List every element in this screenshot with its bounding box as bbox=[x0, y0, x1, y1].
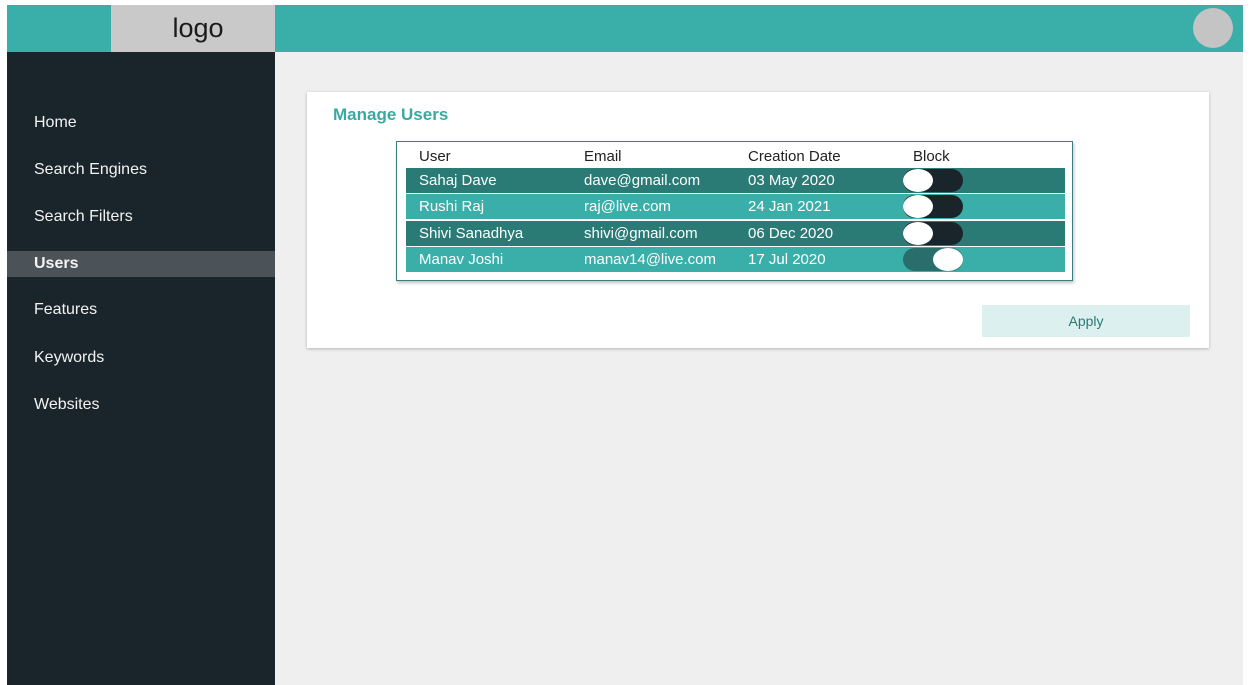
cell-creation-date: 03 May 2020 bbox=[748, 172, 835, 189]
cell-email: raj@live.com bbox=[584, 198, 671, 215]
toggle-knob bbox=[903, 195, 933, 218]
column-header-user: User bbox=[419, 148, 451, 165]
cell-email: manav14@live.com bbox=[584, 251, 716, 268]
block-toggle[interactable] bbox=[903, 248, 963, 271]
cell-creation-date: 17 Jul 2020 bbox=[748, 251, 826, 268]
page-title: Manage Users bbox=[333, 105, 449, 124]
sidebar-item-home[interactable]: Home bbox=[7, 110, 275, 136]
sidebar-item-search-filters[interactable]: Search Filters bbox=[7, 204, 275, 230]
toggle-knob bbox=[933, 248, 963, 271]
top-bar: logo bbox=[7, 5, 1243, 52]
logo[interactable]: logo bbox=[111, 5, 275, 52]
sidebar-item-keywords[interactable]: Keywords bbox=[7, 345, 275, 371]
cell-creation-date: 06 Dec 2020 bbox=[748, 225, 834, 242]
column-header-creation-date: Creation Date bbox=[748, 148, 841, 165]
manage-users-card: Manage Users User Email Creation Date Bl… bbox=[307, 92, 1209, 348]
block-toggle[interactable] bbox=[903, 222, 963, 245]
sidebar-item-websites[interactable]: Websites bbox=[7, 392, 275, 418]
toggle-knob bbox=[903, 169, 933, 192]
sidebar-item-features[interactable]: Features bbox=[7, 297, 275, 323]
cell-email: dave@gmail.com bbox=[584, 172, 701, 189]
users-table: User Email Creation Date Block Sahaj Dav… bbox=[396, 141, 1073, 281]
avatar[interactable] bbox=[1193, 8, 1233, 48]
column-header-email: Email bbox=[584, 148, 622, 165]
sidebar-item-search-engines[interactable]: Search Engines bbox=[7, 157, 275, 183]
app-window: logo Home Search Engines Search Filters … bbox=[7, 5, 1243, 685]
apply-button[interactable]: Apply bbox=[982, 305, 1190, 337]
sidebar: Home Search Engines Search Filters Users… bbox=[7, 52, 275, 685]
column-header-block: Block bbox=[913, 148, 950, 165]
block-toggle[interactable] bbox=[903, 169, 963, 192]
table-row[interactable]: Shivi Sanadhya shivi@gmail.com 06 Dec 20… bbox=[406, 221, 1065, 246]
cell-user: Shivi Sanadhya bbox=[419, 225, 524, 242]
table-row[interactable]: Sahaj Dave dave@gmail.com 03 May 2020 bbox=[406, 168, 1065, 193]
cell-user: Manav Joshi bbox=[419, 251, 504, 268]
cell-email: shivi@gmail.com bbox=[584, 225, 698, 242]
table-row[interactable]: Rushi Raj raj@live.com 24 Jan 2021 bbox=[406, 194, 1065, 219]
cell-user: Rushi Raj bbox=[419, 198, 485, 215]
cell-creation-date: 24 Jan 2021 bbox=[748, 198, 831, 215]
table-row[interactable]: Manav Joshi manav14@live.com 17 Jul 2020 bbox=[406, 247, 1065, 272]
toggle-knob bbox=[903, 222, 933, 245]
table-header: User Email Creation Date Block bbox=[397, 142, 1072, 168]
block-toggle[interactable] bbox=[903, 195, 963, 218]
cell-user: Sahaj Dave bbox=[419, 172, 497, 189]
sidebar-item-users[interactable]: Users bbox=[7, 251, 275, 277]
